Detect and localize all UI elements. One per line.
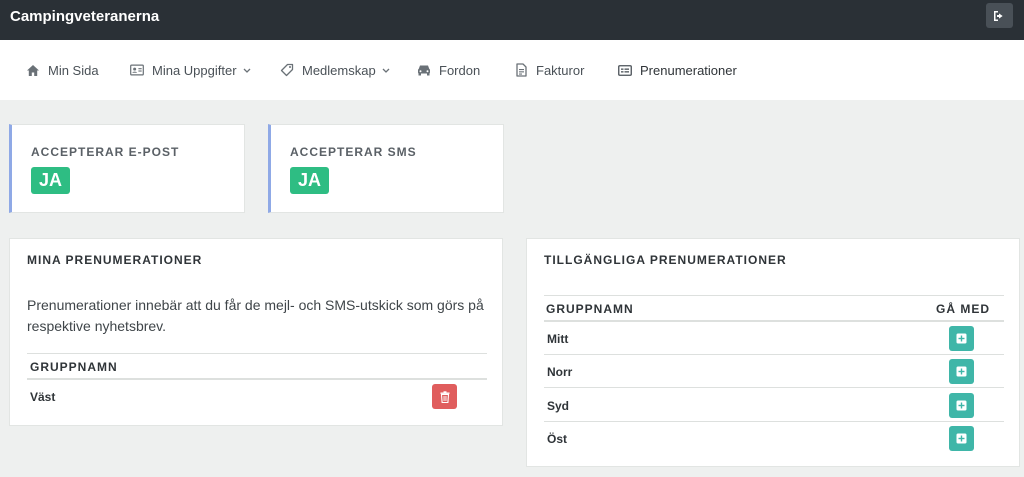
nav-label: Fordon bbox=[439, 62, 481, 78]
stat-label-email: ACCEPTERAR E-POST bbox=[31, 145, 180, 159]
nav-label: Min Sida bbox=[48, 62, 99, 78]
column-header-gruppnamn: GRUPPNAMN bbox=[546, 302, 634, 316]
join-button-syd[interactable] bbox=[949, 393, 974, 418]
table-divider bbox=[544, 295, 1004, 296]
table-divider bbox=[544, 320, 1004, 322]
available-subscriptions-card: TILLGÄNGLIGA PRENUMERATIONER GRUPPNAMN G… bbox=[526, 238, 1020, 467]
main-nav: Min Sida Mina Uppgifter Medlemskap Fordo… bbox=[0, 40, 1024, 100]
table-row-name: Öst bbox=[547, 432, 568, 446]
trash-icon bbox=[440, 390, 449, 403]
my-subscriptions-card: MINA PRENUMERATIONER Prenumerationer inn… bbox=[9, 238, 503, 426]
subscription-icon bbox=[618, 63, 632, 77]
plus-square-icon bbox=[956, 433, 967, 444]
table-divider bbox=[27, 378, 487, 380]
column-header-gruppnamn: GRUPPNAMN bbox=[30, 360, 118, 374]
invoice-icon bbox=[514, 63, 528, 77]
my-subscriptions-description: Prenumerationer innebär att du får de me… bbox=[27, 297, 484, 334]
join-button-norr[interactable] bbox=[949, 359, 974, 384]
join-button-ost[interactable] bbox=[949, 426, 974, 451]
table-row-name: Väst bbox=[30, 390, 56, 404]
top-bar: Campingveteranerna bbox=[0, 0, 1024, 40]
table-divider bbox=[544, 387, 1004, 388]
status-badge-sms: JA bbox=[290, 167, 329, 194]
nav-item-min-sida[interactable]: Min Sida bbox=[26, 40, 99, 100]
available-subscriptions-title: TILLGÄNGLIGA PRENUMERATIONER bbox=[544, 253, 787, 267]
table-divider bbox=[544, 354, 1004, 355]
stat-card-email: ACCEPTERAR E-POST JA bbox=[9, 124, 245, 213]
logout-button[interactable] bbox=[986, 3, 1013, 28]
nav-item-medlemskap[interactable]: Medlemskap bbox=[280, 40, 390, 100]
table-row-name: Norr bbox=[547, 365, 573, 379]
table-row-name: Syd bbox=[547, 399, 570, 413]
chevron-down-icon bbox=[243, 68, 251, 73]
table-divider bbox=[27, 353, 487, 354]
nav-label: Fakturor bbox=[536, 62, 585, 78]
join-button-mitt[interactable] bbox=[949, 326, 974, 351]
status-badge-email: JA bbox=[31, 167, 70, 194]
nav-label: Mina Uppgifter bbox=[152, 62, 237, 78]
plus-square-icon bbox=[956, 366, 967, 377]
stat-label-sms: ACCEPTERAR SMS bbox=[290, 145, 417, 159]
id-card-icon bbox=[130, 63, 144, 77]
app-title[interactable]: Campingveteranerna bbox=[10, 8, 159, 25]
table-row-name: Mitt bbox=[547, 332, 569, 346]
nav-label: Prenumerationer bbox=[640, 62, 737, 78]
nav-item-fakturor[interactable]: Fakturor bbox=[514, 40, 584, 100]
chevron-down-icon bbox=[382, 68, 390, 73]
delete-subscription-button[interactable] bbox=[432, 384, 457, 409]
nav-item-prenumerationer[interactable]: Prenumerationer bbox=[618, 40, 737, 100]
car-icon bbox=[417, 63, 431, 77]
home-icon bbox=[26, 63, 40, 77]
nav-label: Medlemskap bbox=[302, 62, 376, 78]
nav-item-mina-uppgifter[interactable]: Mina Uppgifter bbox=[130, 40, 251, 100]
sign-out-icon bbox=[994, 10, 1003, 21]
nav-item-fordon[interactable]: Fordon bbox=[417, 40, 480, 100]
plus-square-icon bbox=[956, 333, 967, 344]
column-header-ga-med: GÅ MED bbox=[936, 302, 990, 316]
plus-square-icon bbox=[956, 400, 967, 411]
table-divider bbox=[544, 421, 1004, 422]
my-subscriptions-title: MINA PRENUMERATIONER bbox=[27, 253, 203, 267]
tag-icon bbox=[280, 63, 294, 77]
stat-card-sms: ACCEPTERAR SMS JA bbox=[268, 124, 504, 213]
